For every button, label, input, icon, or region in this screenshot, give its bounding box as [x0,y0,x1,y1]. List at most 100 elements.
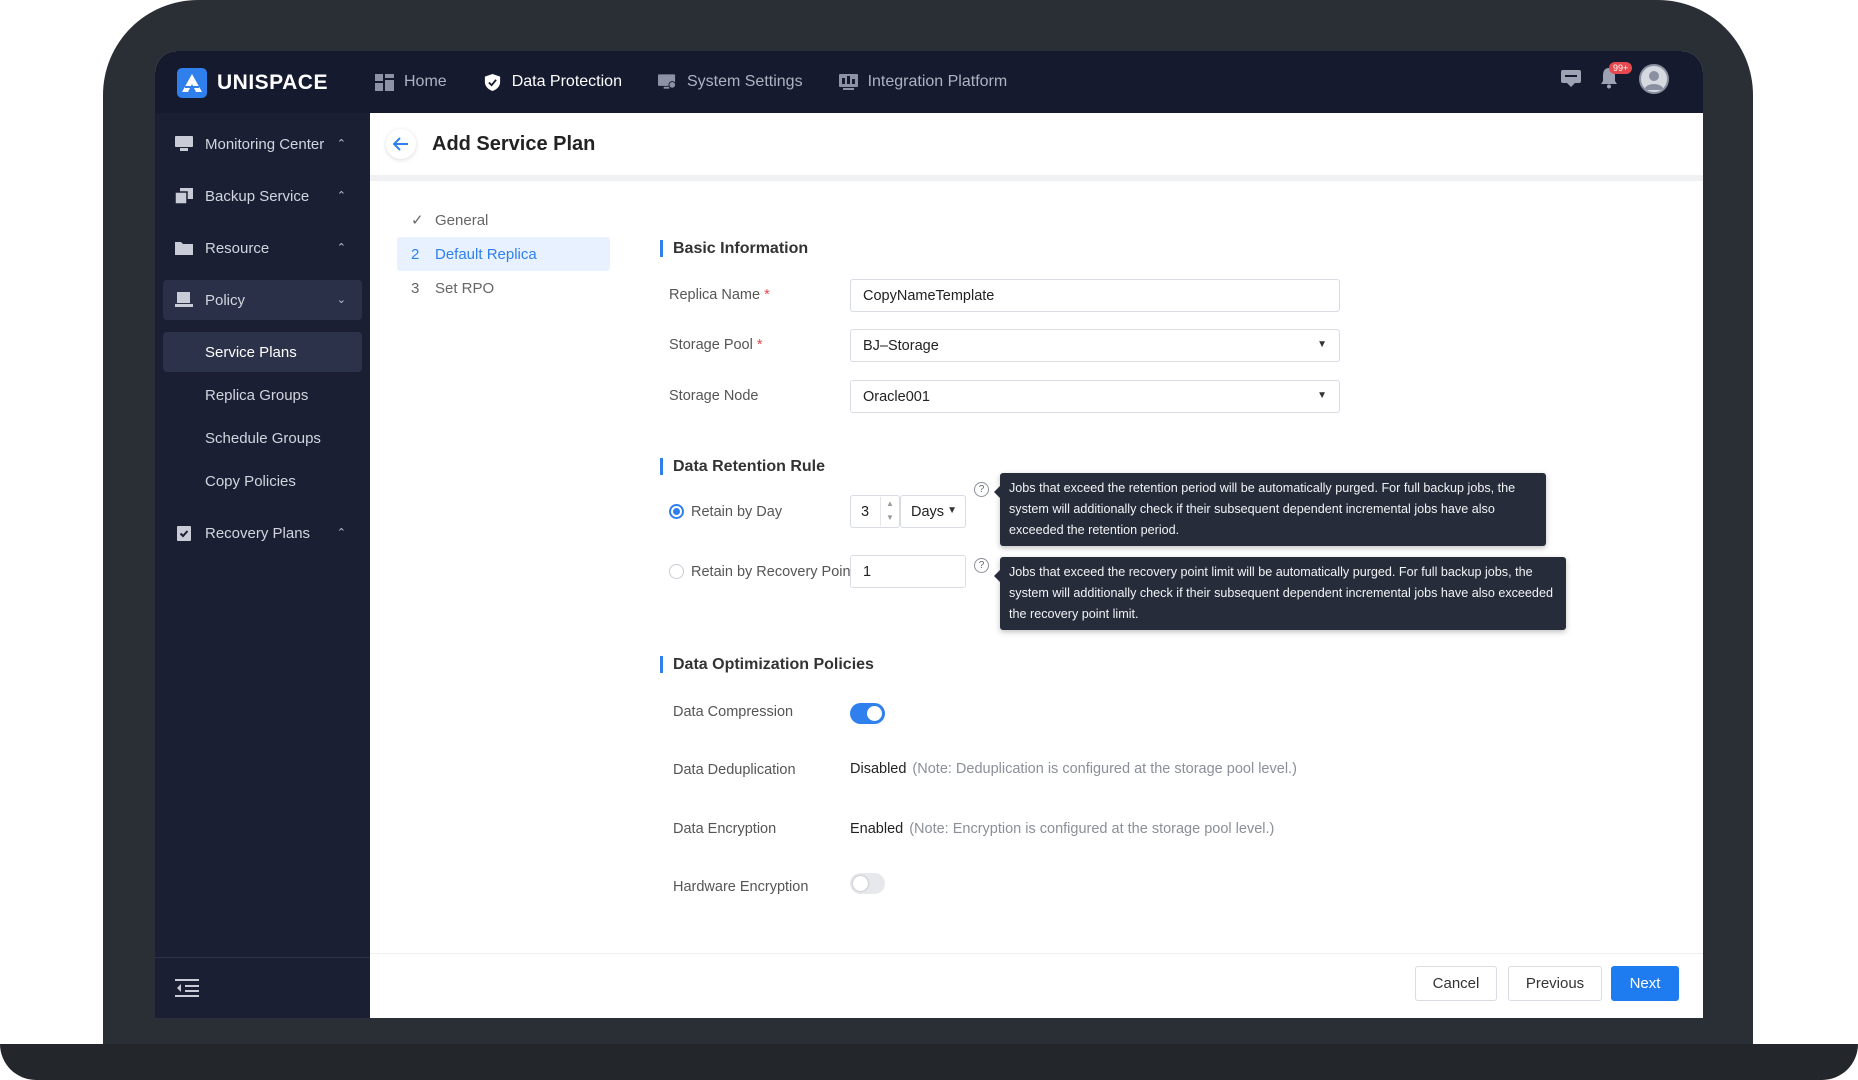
next-button[interactable]: Next [1611,966,1679,1001]
sidebar-item-label: Policy [205,291,246,309]
step-label: Default Replica [435,245,537,263]
chevron-down-icon: ⌄ [336,294,346,306]
chevron-up-icon: ⌃ [336,138,346,150]
sidebar-subitem-label: Copy Policies [205,472,296,490]
chevron-down-icon: ▼ [1317,339,1327,350]
step-default-replica[interactable]: 2 Default Replica [397,237,610,271]
retain-by-recovery-points-radio[interactable] [669,564,684,579]
storage-node-value: Oracle001 [863,388,930,405]
chevron-up-icon: ⌃ [336,242,346,254]
tooltip-retain-by-points: Jobs that exceed the recovery point limi… [994,557,1566,630]
data-encryption-label: Data Encryption [673,821,777,837]
replica-name-input[interactable]: CopyNameTemplate [850,279,1340,312]
top-bar: UNISPACE Home Data Protection System Set… [155,51,1703,113]
sidebar-item-monitoring-center[interactable]: Monitoring Center ⌃ [163,124,362,164]
laptop-base [0,1044,1858,1080]
top-right-actions: 99+ [1561,62,1669,94]
storage-pool-select[interactable]: BJ–Storage ▼ [850,329,1340,362]
step-number: 3 [411,279,420,297]
topnav-data-protection-label: Data Protection [511,73,622,90]
storage-node-select[interactable]: Oracle001 ▼ [850,380,1340,413]
avatar[interactable] [1639,64,1669,94]
replica-name-label: Replica Name * [669,287,770,303]
section-data-retention-rule: Data Retention Rule [660,458,825,475]
retain-by-day-label: Retain by Day [691,504,783,520]
notifications[interactable]: 99+ [1599,62,1633,91]
topnav-home-label: Home [404,73,447,90]
sidebar-item-label: Recovery Plans [205,524,311,542]
hardware-encryption-toggle[interactable] [850,873,885,894]
sidebar-subitem-service-plans[interactable]: Service Plans [163,332,362,372]
collapse-menu-icon[interactable] [175,978,199,998]
topnav-integration-platform-label: Integration Platform [867,73,1008,90]
logo-icon [177,68,207,98]
hardware-encryption-label: Hardware Encryption [673,879,809,895]
sidebar-subitem-schedule-groups[interactable]: Schedule Groups [163,418,362,458]
sidebar-item-policy[interactable]: Policy ⌄ [163,280,362,320]
cancel-button[interactable]: Cancel [1415,966,1497,1001]
sidebar-subitem-label: Schedule Groups [205,429,321,447]
app-screen: UNISPACE Home Data Protection System Set… [155,51,1703,1018]
sidebar-item-recovery-plans[interactable]: Recovery Plans ⌃ [163,513,362,553]
message-icon[interactable] [1561,70,1581,88]
sidebar-subitem-label: Service Plans [205,343,297,361]
sidebar-item-label: Backup Service [205,187,310,205]
data-compression-label: Data Compression [673,704,794,720]
app-logo[interactable]: UNISPACE [177,68,328,98]
topnav-system-settings-label: System Settings [686,73,803,90]
help-icon[interactable]: ? [974,558,989,573]
storage-node-label: Storage Node [669,388,759,404]
sidebar-item-label: Monitoring Center [205,135,325,153]
page-header: Add Service Plan [370,113,1703,181]
notification-badge: 99+ [1609,62,1633,74]
sidebar-subitem-copy-policies[interactable]: Copy Policies [163,461,362,501]
sidebar-footer [155,957,370,1018]
sidebar-subitem-label: Replica Groups [205,386,309,404]
section-data-optimization-policies: Data Optimization Policies [660,656,874,673]
help-icon[interactable]: ? [974,482,989,497]
previous-button[interactable]: Previous [1508,966,1602,1001]
storage-pool-label: Storage Pool * [669,337,763,353]
sidebar-item-resource[interactable]: Resource ⌃ [163,228,362,268]
dashboard-icon [375,73,394,91]
step-general[interactable]: ✓ General [397,203,610,237]
shield-icon [484,73,500,91]
form-footer: Cancel Previous Next [370,953,1703,1018]
chevron-up-icon: ⌃ [336,527,346,539]
main-content: Add Service Plan ✓ General 2 Default Repli… [370,113,1703,1018]
retain-unit-value: Days [911,503,945,520]
step-label: Set RPO [435,279,495,297]
chevron-down-icon: ▼ [1317,390,1327,401]
sidebar-item-backup-service[interactable]: Backup Service ⌃ [163,176,362,216]
chevron-down-icon: ▼ [947,505,957,516]
section-basic-information: Basic Information [660,240,808,257]
tooltip-retain-by-day: Jobs that exceed the retention period wi… [994,473,1546,546]
data-deduplication-label: Data Deduplication [673,762,796,778]
check-icon: ✓ [411,212,424,229]
arrow-left-icon [393,137,408,151]
sidebar: Monitoring Center ⌃ Backup Service ⌃ Res… [155,113,370,1018]
sidebar-subitem-replica-groups[interactable]: Replica Groups [163,375,362,415]
step-label: General [435,211,489,229]
storage-pool-value: BJ–Storage [863,337,939,354]
app-name: UNISPACE [217,71,328,94]
retain-by-day-radio[interactable] [669,504,684,519]
data-encryption-value: Enabled (Note: Encryption is configured a… [850,821,1275,837]
step-set-rpo[interactable]: 3 Set RPO [397,271,610,305]
chevron-up-icon: ⌃ [336,190,346,202]
topnav-integration-platform[interactable]: Integration Platform [838,73,1008,91]
topnav-data-protection[interactable]: Data Protection [483,73,622,91]
user-icon [1644,71,1664,90]
number-stepper[interactable]: ▲ ▼ [880,497,899,526]
clipboard-check-icon [177,526,191,541]
topnav-home[interactable]: Home [375,73,447,91]
step-number: 2 [411,245,420,263]
retain-unit-select[interactable]: Days ▼ [900,495,966,528]
back-button[interactable] [386,129,416,159]
data-deduplication-value: Disabled (Note: Deduplication is configur… [850,761,1297,777]
monitor-icon [175,136,193,151]
topnav-system-settings[interactable]: System Settings [657,73,803,91]
data-compression-toggle[interactable] [850,703,885,724]
sidebar-item-label: Resource [205,239,270,257]
recovery-points-input[interactable]: 1 [850,555,966,588]
